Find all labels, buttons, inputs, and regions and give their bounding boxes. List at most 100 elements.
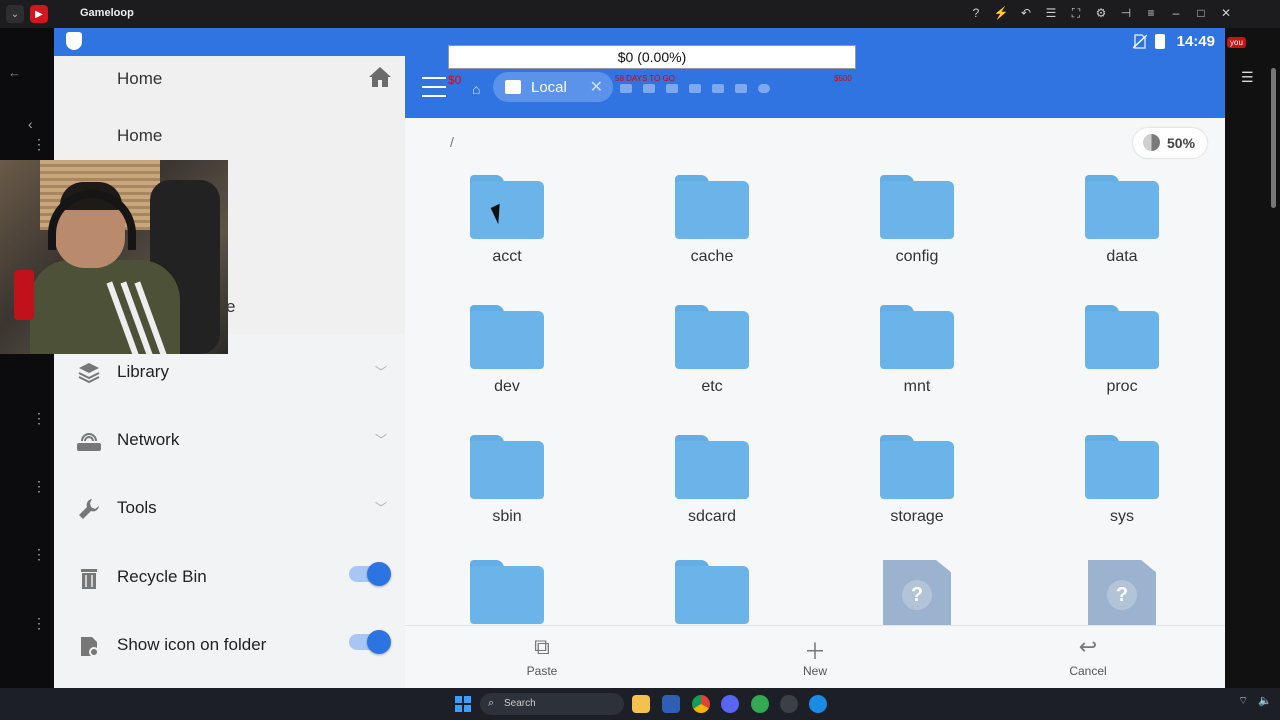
app-icon[interactable] (780, 695, 798, 713)
menu-icon[interactable]: ☰ (1241, 69, 1254, 86)
discord-icon[interactable] (721, 695, 739, 713)
file-item[interactable]: dev (437, 305, 577, 396)
drawer-title: Home (117, 69, 163, 88)
fullscreen-icon[interactable]: ⛶ (1068, 6, 1084, 21)
undo-icon[interactable]: ↶ (1018, 6, 1034, 21)
drawer-item-recycle-bin[interactable]: Recycle Bin (54, 546, 405, 610)
file-name: data (1106, 248, 1138, 265)
file-name: sys (1110, 508, 1134, 525)
maximize-icon[interactable]: □ (1193, 6, 1209, 21)
plus-icon: ＋ (803, 639, 826, 664)
boost-icon[interactable]: ⚡ (993, 6, 1009, 21)
back-arrow-icon[interactable]: ← (8, 65, 21, 80)
wifi-icon[interactable]: ⌔ (1238, 694, 1248, 708)
file-item[interactable]: proc (1052, 305, 1192, 396)
file-item[interactable]: config (847, 175, 987, 266)
volume-icon[interactable]: 🔈 (1258, 694, 1272, 708)
drawer-item-label: Network (117, 430, 180, 449)
folder-icon (470, 435, 544, 499)
folder-icon (1085, 175, 1159, 239)
settings-icon[interactable]: ⚙ (1093, 6, 1109, 21)
close-icon[interactable]: ✕ (590, 77, 603, 97)
list-icon[interactable]: ☰ (1043, 6, 1059, 21)
more-icon[interactable]: ⋮ (32, 615, 46, 632)
paste-button[interactable]: ⧉ Paste (502, 626, 582, 689)
tab-local[interactable]: Local ✕ (493, 72, 613, 102)
file-item[interactable]: acct (437, 175, 577, 266)
title-bar-left-controls: ⌄ ▶ (6, 5, 48, 23)
file-item[interactable]: etc (642, 305, 782, 396)
donation-zero-label: $0 (448, 73, 462, 87)
file-name: sdcard (687, 508, 737, 525)
breadcrumb-path[interactable]: / (450, 134, 454, 150)
no-sim-icon (1132, 34, 1148, 49)
new-button[interactable]: ＋ New (775, 626, 855, 689)
host-left-sidebar: ← ‹ ⋮ ⋮ ⋮ ⋮ ⋮ (0, 28, 54, 688)
minimize-icon[interactable]: – (1168, 6, 1184, 21)
file-item[interactable]: ? (847, 560, 987, 625)
file-grid-area: / 50% acct cache config data dev etc mnt proc sb… (405, 118, 1225, 625)
show-icon-toggle[interactable] (349, 630, 391, 654)
more-icon[interactable]: ⋮ (32, 546, 46, 563)
chrome-icon[interactable] (692, 695, 710, 713)
unknown-file-icon: ? (1088, 560, 1156, 625)
pin-icon[interactable]: ⊣ (1118, 6, 1134, 21)
collapse-arrow-icon[interactable]: ‹ (28, 116, 33, 132)
file-explorer-icon[interactable] (632, 695, 650, 713)
file-name: proc (1106, 378, 1138, 395)
storage-usage-badge[interactable]: 50% (1133, 128, 1207, 158)
file-name: etc (701, 378, 723, 395)
home-icon[interactable]: ⌂ (472, 81, 480, 97)
file-item[interactable]: mnt (847, 305, 987, 396)
layers-icon (76, 361, 102, 387)
more-icon[interactable]: ⋮ (32, 136, 46, 153)
youtube-tab-icon[interactable]: ▶ (30, 5, 48, 23)
taskbar-search[interactable]: ⌕ Search (480, 693, 624, 715)
microphone (14, 270, 34, 320)
bottom-action-bar: ⧉ Paste ＋ New ↩ Cancel (405, 625, 1225, 688)
drawer-item-show-icon-on-folder[interactable]: Show icon on folder (54, 614, 405, 678)
drawer-home-item[interactable]: Home (117, 126, 162, 146)
windows-taskbar: ⌕ Search ⌔ 🔈 (0, 688, 1280, 720)
donation-days-label: 58 DAYS TO GO (615, 74, 676, 83)
folder-icon (470, 305, 544, 369)
more-icon[interactable]: ⋮ (32, 478, 46, 495)
toggle-knob (367, 630, 391, 654)
recycle-bin-toggle[interactable] (349, 562, 391, 586)
drawer-item-label: Library (117, 362, 169, 381)
file-item[interactable]: sbin (437, 435, 577, 526)
more-icon[interactable]: ⋮ (32, 410, 46, 427)
help-icon[interactable]: ? (968, 6, 984, 21)
drawer-item-tools[interactable]: Tools ﹀ (54, 477, 405, 541)
chrome-alt-icon[interactable] (751, 695, 769, 713)
file-item[interactable] (437, 560, 577, 625)
gameloop-icon[interactable] (809, 695, 827, 713)
toolbar-ghost-icon (620, 84, 632, 93)
file-item[interactable]: sdcard (642, 435, 782, 526)
cancel-button[interactable]: ↩ Cancel (1048, 626, 1128, 689)
chevron-down-icon[interactable]: ﹀ (375, 499, 387, 516)
file-item[interactable]: storage (847, 435, 987, 526)
home-icon[interactable] (367, 64, 393, 90)
navigation-drawer: Home Home e Library ﹀ Network ﹀ Tools ﹀ … (54, 56, 405, 688)
store-icon[interactable] (662, 695, 680, 713)
file-item[interactable] (642, 560, 782, 625)
new-label: New (802, 664, 827, 678)
chevron-down-icon[interactable]: ﹀ (375, 363, 387, 380)
close-icon[interactable]: ✕ (1218, 6, 1234, 21)
file-item[interactable]: data (1052, 175, 1192, 266)
file-item[interactable]: cache (642, 175, 782, 266)
hamburger-menu-icon[interactable] (422, 77, 446, 99)
status-clock: 14:49 (1176, 33, 1215, 50)
file-name: storage (890, 508, 944, 525)
scrollbar[interactable] (1271, 68, 1276, 208)
menu-icon[interactable]: ≡ (1143, 6, 1159, 21)
file-item[interactable]: sys (1052, 435, 1192, 526)
windows-start-icon[interactable] (455, 696, 471, 712)
file-item[interactable]: ? (1052, 560, 1192, 625)
menu-chevron-icon[interactable]: ⌄ (6, 5, 24, 23)
toolbar-ghost-icon (666, 84, 678, 93)
chevron-down-icon[interactable]: ﹀ (375, 431, 387, 448)
file-name: sbin (492, 508, 522, 525)
drawer-item-network[interactable]: Network ﹀ (54, 409, 405, 473)
